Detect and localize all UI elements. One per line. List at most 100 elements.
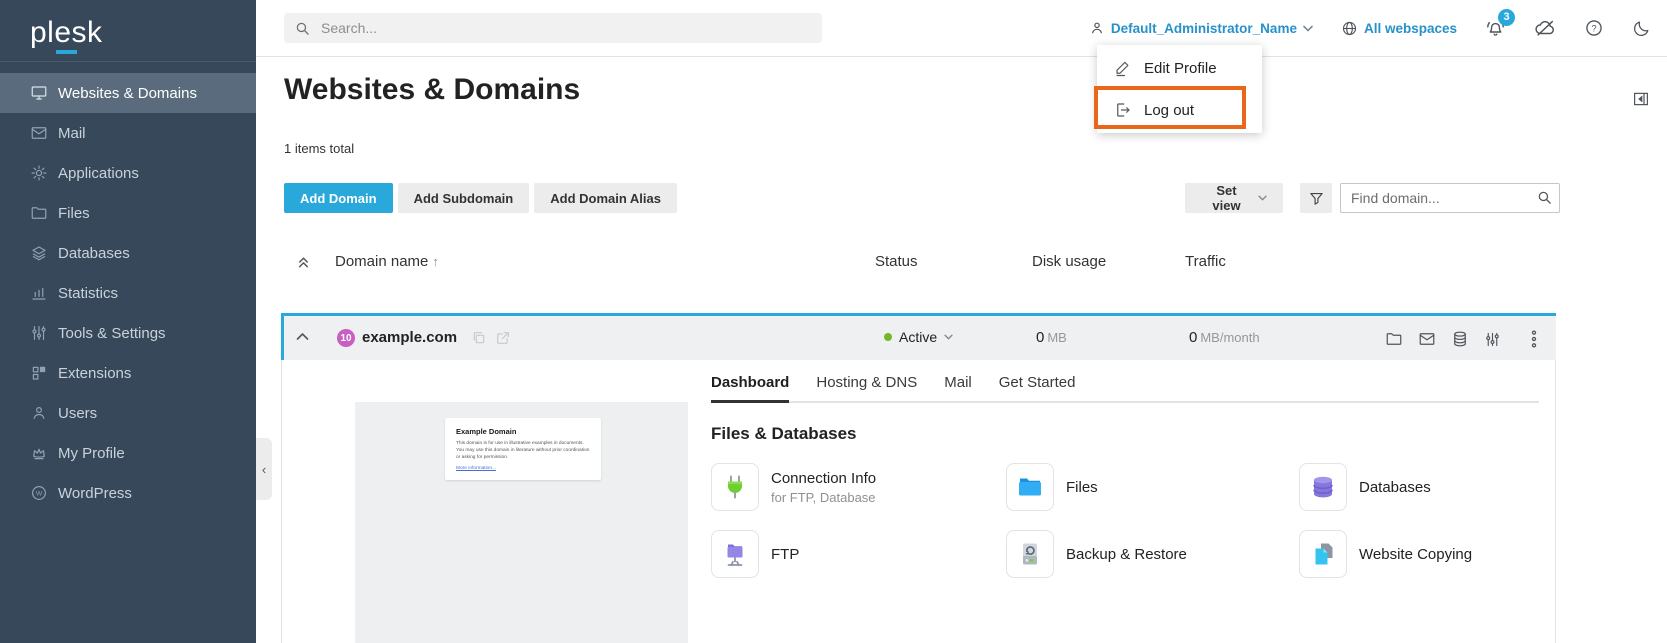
tool-website-copying[interactable]: Website Copying — [1299, 530, 1539, 578]
edit-profile-menu-item[interactable]: Edit Profile — [1097, 47, 1262, 89]
sidebar-item-my-profile[interactable]: My Profile — [0, 433, 256, 473]
add-domain-button[interactable]: Add Domain — [284, 183, 393, 213]
files-icon[interactable] — [1385, 330, 1403, 348]
plesk-app: plesk Websites & Domains Mail Applicatio… — [0, 0, 1667, 643]
user-name: Default_Administrator_Name — [1111, 21, 1297, 36]
folder-blue-icon — [1006, 463, 1054, 511]
column-disk-usage[interactable]: Disk usage — [1032, 253, 1106, 270]
database-icon[interactable] — [1451, 330, 1469, 348]
tool-text: Connection Info for FTP, Database — [771, 470, 876, 505]
domain-count-badge: 10 — [337, 329, 355, 347]
sidebar-item-label: Websites & Domains — [58, 85, 197, 102]
search-icon — [294, 20, 311, 37]
preview-title: Example Domain — [456, 427, 590, 436]
person-icon — [1089, 20, 1105, 36]
svg-text:W: W — [36, 491, 43, 498]
tool-ftp[interactable]: FTP — [711, 530, 1006, 578]
moon-icon — [1632, 19, 1651, 38]
tool-backup-restore[interactable]: Backup & Restore — [1006, 530, 1299, 578]
all-webspaces-label: All webspaces — [1364, 21, 1457, 36]
site-preview-card: Example Domain This domain is for use in… — [445, 418, 601, 480]
tab-hosting-dns[interactable]: Hosting & DNS — [816, 374, 917, 403]
bar-chart-icon — [30, 284, 48, 302]
tab-get-started[interactable]: Get Started — [999, 374, 1076, 403]
sidebar-item-databases[interactable]: Databases — [0, 233, 256, 273]
collapse-row-icon[interactable] — [296, 332, 309, 341]
sidebar-item-files[interactable]: Files — [0, 193, 256, 233]
sidebar-item-label: Tools & Settings — [58, 325, 166, 342]
items-total: 1 items total — [284, 141, 354, 156]
sliders-icon — [30, 324, 48, 342]
sidebar-item-users[interactable]: Users — [0, 393, 256, 433]
domain-row: 10 example.com Active 0MB 0MB/month — [281, 316, 1556, 360]
search-icon[interactable] — [1536, 189, 1553, 206]
chevron-down-icon — [1258, 195, 1267, 201]
add-domain-alias-button[interactable]: Add Domain Alias — [534, 183, 677, 213]
sidebar-item-tools-settings[interactable]: Tools & Settings — [0, 313, 256, 353]
chevron-down-icon — [944, 334, 953, 340]
tool-connection-info[interactable]: Connection Info for FTP, Database — [711, 463, 1006, 511]
sidebar-collapse-handle[interactable]: ‹ — [256, 438, 272, 500]
add-subdomain-button[interactable]: Add Subdomain — [398, 183, 530, 213]
sidebar-item-wordpress[interactable]: W WordPress — [0, 473, 256, 513]
dark-mode-toggle[interactable] — [1632, 19, 1651, 38]
monitor-icon — [30, 84, 48, 102]
find-domain — [1340, 183, 1560, 213]
mail-icon[interactable] — [1418, 330, 1436, 348]
tool-databases[interactable]: Databases — [1299, 463, 1539, 511]
blocks-icon — [30, 364, 48, 382]
sidebar-item-statistics[interactable]: Statistics — [0, 273, 256, 313]
domain-drawer: Example Domain This domain is for use in… — [281, 360, 1556, 643]
sidebar-item-mail[interactable]: Mail — [0, 113, 256, 153]
sidebar-item-label: My Profile — [58, 445, 125, 462]
help-button[interactable]: ? — [1584, 18, 1604, 38]
tool-label: Files — [1066, 479, 1098, 496]
preview-body: This domain is for use in illustrative e… — [456, 440, 590, 462]
user-account-menu-trigger[interactable]: Default_Administrator_Name — [1089, 20, 1313, 36]
status-dropdown[interactable]: Active — [884, 329, 953, 345]
sidebar-item-applications[interactable]: Applications — [0, 153, 256, 193]
disk-number: 0 — [1036, 329, 1044, 346]
tools-grid: Connection Info for FTP, Database Files — [711, 463, 1539, 578]
tab-dashboard[interactable]: Dashboard — [711, 374, 789, 403]
set-view-button[interactable]: Set view — [1185, 183, 1283, 213]
open-in-new-icon[interactable] — [495, 330, 511, 346]
column-traffic[interactable]: Traffic — [1185, 253, 1226, 270]
search-input[interactable] — [319, 19, 812, 37]
copy-icon[interactable] — [471, 330, 487, 346]
find-domain-input[interactable] — [1340, 183, 1560, 213]
collapse-all-icon[interactable] — [296, 254, 311, 269]
sidebar-item-extensions[interactable]: Extensions — [0, 353, 256, 393]
globe-icon — [1341, 20, 1358, 37]
funnel-icon — [1308, 190, 1325, 207]
column-domain-name[interactable]: Domain name↑ — [335, 253, 439, 270]
column-status[interactable]: Status — [875, 253, 918, 270]
sidebar-item-label: Databases — [58, 245, 130, 262]
traffic-value: 0MB/month — [1189, 329, 1260, 346]
log-out-menu-item[interactable]: Log out — [1097, 89, 1262, 131]
kebab-menu-icon[interactable] — [1530, 329, 1538, 349]
cloud-status-button[interactable] — [1534, 17, 1556, 39]
right-panel-collapse-icon[interactable] — [1632, 90, 1650, 108]
topbar: Default_Administrator_Name All webspaces… — [256, 0, 1667, 57]
settings-sliders-icon[interactable] — [1484, 331, 1501, 348]
domain-name-link[interactable]: example.com — [362, 329, 457, 346]
tab-mail[interactable]: Mail — [944, 374, 972, 403]
all-webspaces-link[interactable]: All webspaces — [1341, 20, 1457, 37]
sidebar-item-websites-domains[interactable]: Websites & Domains — [0, 73, 256, 113]
domain-detail: Dashboard Hosting & DNS Mail Get Started… — [711, 374, 1539, 578]
backup-server-icon — [1006, 530, 1054, 578]
filter-button[interactable] — [1300, 183, 1332, 213]
tool-files[interactable]: Files — [1006, 463, 1299, 511]
notifications-bell[interactable]: 3 — [1485, 18, 1506, 39]
site-preview-thumbnail[interactable]: Example Domain This domain is for use in… — [355, 402, 688, 643]
sidebar-item-label: Statistics — [58, 285, 118, 302]
page-title: Websites & Domains — [284, 73, 580, 107]
ftp-folder-icon — [711, 530, 759, 578]
main-content: Websites & Domains 1 items total Add Dom… — [256, 57, 1667, 643]
chevron-left-icon: ‹ — [262, 462, 266, 477]
domain-row-actions — [1385, 329, 1538, 349]
global-search — [284, 13, 822, 43]
column-label: Domain name — [335, 253, 428, 270]
disk-unit: MB — [1047, 330, 1067, 345]
